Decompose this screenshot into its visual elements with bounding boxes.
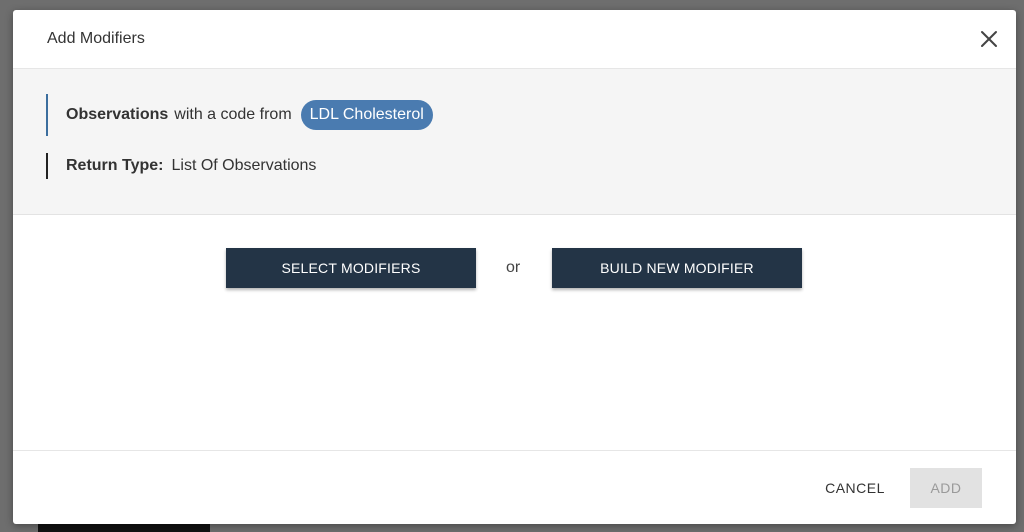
modal-header: Add Modifiers: [13, 10, 1016, 69]
build-new-modifier-button[interactable]: BUILD NEW MODIFIER: [552, 248, 802, 288]
close-button[interactable]: [978, 28, 1000, 50]
modal-footer: CANCEL ADD: [13, 450, 1016, 524]
modifier-actions: SELECT MODIFIERS or BUILD NEW MODIFIER: [13, 248, 1016, 290]
expression-summary: Observations with a code from LDL Choles…: [13, 69, 1016, 215]
return-type-value: List Of Observations: [171, 157, 317, 174]
add-modifiers-modal: Add Modifiers Observations with a code f…: [13, 10, 1016, 524]
modal-title: Add Modifiers: [47, 30, 145, 47]
select-modifiers-button[interactable]: SELECT MODIFIERS: [226, 248, 476, 288]
code-pill[interactable]: LDL Cholesterol: [300, 100, 433, 130]
cancel-button[interactable]: CANCEL: [813, 468, 897, 508]
close-icon: [981, 31, 997, 47]
return-type-line: Return Type: List Of Observations: [46, 153, 316, 179]
connector-text: with a code from: [174, 106, 292, 123]
resource-name: Observations: [66, 106, 169, 123]
or-separator: or: [506, 259, 521, 276]
add-button[interactable]: ADD: [910, 468, 982, 508]
expression-line: Observations with a code from LDL Choles…: [46, 94, 433, 136]
return-type-label: Return Type:: [66, 157, 164, 174]
